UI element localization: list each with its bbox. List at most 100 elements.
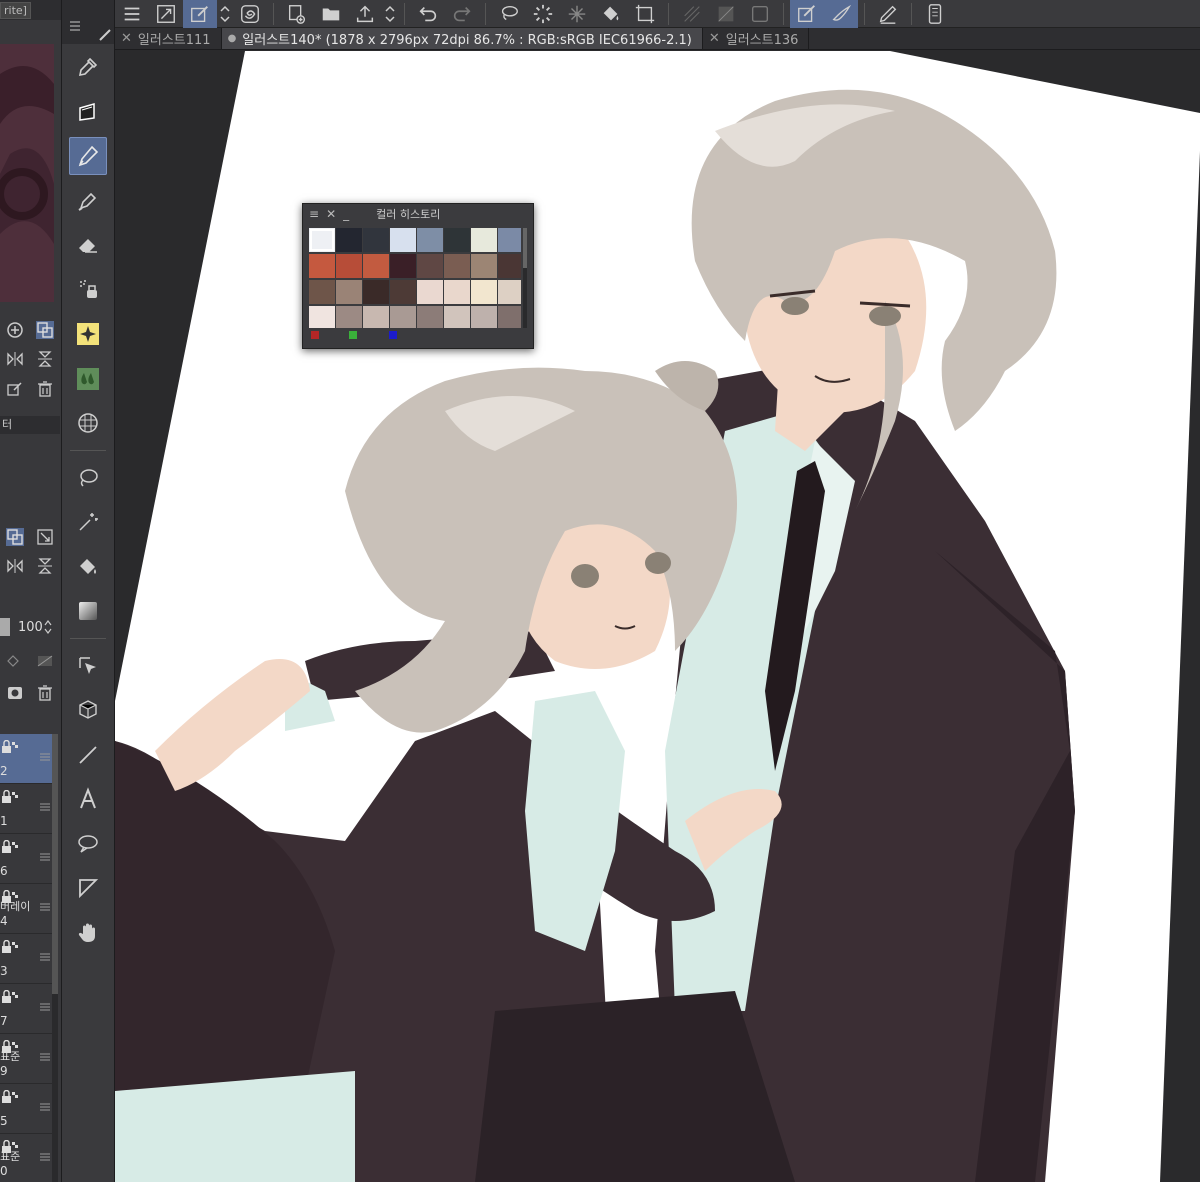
tablet-button[interactable] xyxy=(918,0,952,28)
color-swatch[interactable] xyxy=(336,280,362,304)
color-swatch[interactable] xyxy=(390,228,416,252)
new-layer-button[interactable] xyxy=(280,0,314,28)
sub-panel-tab[interactable]: 터 xyxy=(0,416,60,434)
color-swatch[interactable] xyxy=(417,228,443,252)
lasso-select-button[interactable] xyxy=(492,0,526,28)
layer-item[interactable]: 표준 9 xyxy=(0,1034,52,1084)
close-tab-icon[interactable]: ✕ xyxy=(709,31,720,46)
flip-horizontal-icon[interactable] xyxy=(6,350,24,368)
undo-button[interactable] xyxy=(411,0,445,28)
tool-3d-operation[interactable] xyxy=(69,691,107,729)
layer-handle-icon[interactable] xyxy=(40,902,50,912)
close-tab-icon[interactable]: ✕ xyxy=(121,31,132,46)
layer-lock-icon[interactable] xyxy=(2,740,18,754)
color-history-titlebar[interactable]: ≡ ✕ _ 컬러 히스토리 xyxy=(303,204,533,224)
color-history-scrollbar[interactable] xyxy=(523,228,527,328)
tool-blend-drops[interactable] xyxy=(69,360,107,398)
resize-icon[interactable] xyxy=(36,528,54,546)
opacity-value[interactable]: 100 xyxy=(18,620,43,635)
document-tab[interactable]: ● 일러스트140* (1878 x 2796px 72dpi 86.7% : R… xyxy=(221,28,703,49)
export-button[interactable] xyxy=(348,0,382,28)
color-swatch[interactable] xyxy=(444,228,470,252)
clip-studio-button[interactable] xyxy=(233,0,267,28)
crop-button[interactable] xyxy=(628,0,662,28)
edit-icon[interactable] xyxy=(6,380,24,398)
color-swatch[interactable] xyxy=(336,254,362,278)
layer-lock-icon[interactable] xyxy=(2,990,18,1004)
tool-lasso[interactable] xyxy=(69,459,107,497)
color-swatch[interactable] xyxy=(363,228,389,252)
color-swatch[interactable] xyxy=(498,254,521,278)
layer-mask-icon[interactable] xyxy=(6,684,24,702)
color-swatch[interactable] xyxy=(417,280,443,304)
palette-menu-icon[interactable]: ≡ xyxy=(309,207,319,221)
color-swatch[interactable] xyxy=(363,280,389,304)
tool-balloon[interactable] xyxy=(69,825,107,863)
color-history-palette[interactable]: ≡ ✕ _ 컬러 히스토리 xyxy=(302,203,534,349)
color-swatch[interactable] xyxy=(471,254,497,278)
layer-lock-icon[interactable] xyxy=(2,940,18,954)
color-swatch[interactable] xyxy=(471,306,497,328)
fill-button[interactable] xyxy=(594,0,628,28)
unsaved-dot-icon[interactable]: ● xyxy=(228,33,237,44)
layer-handle-icon[interactable] xyxy=(40,1002,50,1012)
layer-handle-icon[interactable] xyxy=(40,852,50,862)
tool-auto-select-wand[interactable] xyxy=(69,503,107,541)
tool-grid-figure[interactable] xyxy=(69,404,107,442)
color-swatch[interactable] xyxy=(471,228,497,252)
document-tab[interactable]: ✕ 일러스트136 xyxy=(703,28,810,49)
flip-vertical-icon[interactable] xyxy=(36,557,54,575)
reference-icon[interactable] xyxy=(36,652,54,670)
edit-button[interactable] xyxy=(183,0,217,28)
tool-fill-bucket[interactable] xyxy=(69,548,107,586)
loading-button[interactable] xyxy=(526,0,560,28)
open-folder-button[interactable] xyxy=(314,0,348,28)
layer-lock-icon[interactable] xyxy=(2,1090,18,1104)
color-swatch[interactable] xyxy=(417,254,443,278)
layer-item[interactable]: 2 xyxy=(0,734,52,784)
document-tab[interactable]: ✕ 일러스트111 xyxy=(115,28,222,49)
tool-line-figure[interactable] xyxy=(69,736,107,774)
layer-handle-icon[interactable] xyxy=(40,1102,50,1112)
draw-mode-button[interactable] xyxy=(790,0,824,28)
color-swatch[interactable] xyxy=(363,254,389,278)
layer-item[interactable]: 1 xyxy=(0,784,52,834)
frame-button[interactable] xyxy=(743,0,777,28)
reference-layer-icon[interactable] xyxy=(6,528,24,546)
gradient-box-button[interactable] xyxy=(709,0,743,28)
close-icon[interactable]: ✕ xyxy=(326,207,336,221)
tool-pencil[interactable] xyxy=(69,182,107,220)
color-swatch[interactable] xyxy=(390,254,416,278)
color-swatch[interactable] xyxy=(390,306,416,328)
tool-hand[interactable] xyxy=(69,914,107,952)
opacity-slider[interactable] xyxy=(0,618,10,636)
transform-button[interactable] xyxy=(149,0,183,28)
clip-lower-icon[interactable] xyxy=(6,652,24,670)
sparkle-button[interactable] xyxy=(560,0,594,28)
color-swatch[interactable] xyxy=(498,280,521,304)
color-swatch[interactable] xyxy=(498,228,521,252)
flip-horizontal-icon[interactable] xyxy=(6,557,24,575)
canvas-artwork[interactable] xyxy=(115,51,1200,1182)
tool-frame-border[interactable] xyxy=(69,869,107,907)
color-swatch[interactable] xyxy=(309,228,335,252)
tool-airbrush[interactable] xyxy=(69,271,107,309)
color-swatch[interactable] xyxy=(336,306,362,328)
layer-handle-icon[interactable] xyxy=(40,752,50,762)
toolbar-dropdown-arrows[interactable] xyxy=(382,0,398,28)
redo-button[interactable] xyxy=(445,0,479,28)
zoom-in-icon[interactable] xyxy=(6,321,24,339)
layer-lock-icon[interactable] xyxy=(2,840,18,854)
color-swatch[interactable] xyxy=(363,306,389,328)
opacity-stepper-icon[interactable] xyxy=(43,618,53,636)
layer-handle-icon[interactable] xyxy=(40,802,50,812)
layer-item[interactable]: 5 xyxy=(0,1084,52,1134)
stylus-button[interactable] xyxy=(871,0,905,28)
layer-item[interactable]: 6 xyxy=(0,834,52,884)
color-swatch[interactable] xyxy=(390,280,416,304)
layer-handle-icon[interactable] xyxy=(40,1052,50,1062)
layer-handle-icon[interactable] xyxy=(40,952,50,962)
tool-eyedropper[interactable] xyxy=(69,48,107,86)
toolbar-dropdown-arrows[interactable] xyxy=(217,0,233,28)
fit-view-icon[interactable] xyxy=(36,321,54,339)
